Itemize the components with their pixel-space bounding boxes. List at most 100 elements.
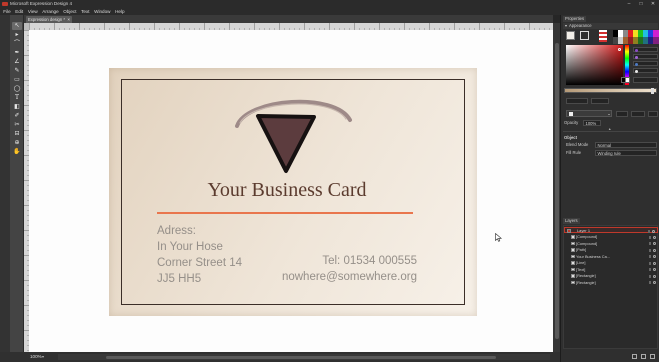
layers-tab[interactable]: Layers (563, 218, 580, 224)
ellipse-icon[interactable] (12, 85, 22, 93)
lasso-icon[interactable] (12, 40, 22, 48)
card-contact[interactable]: Tel: 01534 000555 nowhere@somewhere.org (282, 253, 417, 285)
pan-icon[interactable] (12, 148, 22, 156)
lock-icon[interactable] (648, 255, 651, 258)
lock-icon[interactable] (648, 281, 651, 284)
eyedropper-icon[interactable] (12, 112, 22, 120)
direct-selection-icon[interactable] (12, 31, 22, 39)
document-tab[interactable]: Expression design * × (26, 16, 72, 23)
text-icon[interactable] (12, 94, 22, 102)
horizontal-scroll-thumb[interactable] (106, 355, 496, 359)
vertical-scrollbar[interactable] (553, 23, 560, 352)
color-value-field-4[interactable] (633, 68, 658, 73)
lock-icon[interactable] (648, 261, 651, 265)
gradient-bar[interactable] (564, 88, 657, 94)
lock-icon[interactable] (648, 235, 651, 239)
business-card[interactable]: Your Business Card Adress: In Your Hose … (109, 68, 477, 316)
menu-text[interactable]: Text (79, 8, 92, 15)
minimize-button[interactable]: – (624, 0, 634, 8)
fill-swatch[interactable] (566, 31, 575, 40)
visibility-eye-icon[interactable] (652, 229, 655, 233)
gradient-icon[interactable] (12, 103, 22, 111)
color-picker-handle[interactable] (618, 48, 621, 51)
stroke-width-field[interactable] (566, 98, 588, 104)
slice-icon[interactable] (12, 130, 22, 138)
lock-icon[interactable] (647, 229, 650, 233)
visibility-eye-icon[interactable] (653, 235, 656, 239)
horizontal-ruler[interactable] (29, 23, 553, 30)
new-layer-icon[interactable] (632, 353, 637, 359)
fill-rule-select[interactable]: Winding rule (595, 150, 657, 156)
visibility-eye-icon[interactable] (653, 248, 656, 252)
close-tab-icon[interactable]: × (67, 16, 70, 23)
menu-window[interactable]: Window (92, 8, 113, 15)
layer-item-row[interactable]: [Rectangle] (564, 273, 658, 279)
visibility-eye-icon[interactable] (653, 261, 656, 265)
menu-file[interactable]: File (1, 8, 13, 15)
lock-icon[interactable] (648, 242, 651, 245)
stroke-option-field-2[interactable] (631, 111, 645, 117)
layer-item-row[interactable]: [Compound] (564, 241, 658, 247)
zoom-dropdown-icon[interactable]: ▾ (42, 352, 44, 362)
menu-object[interactable]: Object (61, 8, 79, 15)
visibility-eye-icon[interactable] (653, 281, 656, 284)
stroke-style-dropdown[interactable] (566, 110, 612, 117)
opacity-field[interactable]: 100% (583, 120, 601, 126)
visibility-eye-icon[interactable] (653, 255, 656, 258)
layer-item-row[interactable]: [Text] (564, 267, 658, 273)
color-picker-field[interactable] (566, 45, 623, 85)
stroke-swatch[interactable] (580, 31, 589, 40)
card-address[interactable]: Adress: In Your Hose Corner Street 14 JJ… (157, 223, 242, 287)
layer-item-row[interactable]: [Rectangle] (564, 280, 658, 286)
visibility-eye-icon[interactable] (653, 268, 656, 271)
paintbrush-icon[interactable] (12, 67, 22, 75)
menu-edit[interactable]: Edit (13, 8, 26, 15)
object-section-header[interactable]: Object (564, 135, 577, 141)
selection-icon[interactable] (12, 22, 22, 30)
gradient-stop-handle[interactable] (651, 88, 654, 94)
appearance-section-header[interactable]: Appearance (563, 23, 658, 29)
hex-value-field[interactable] (633, 77, 658, 83)
color-value-field-1[interactable] (633, 47, 658, 52)
layer-item-row[interactable]: [Line] (564, 260, 658, 266)
stroke-option-field-1[interactable] (616, 111, 628, 117)
layer-options-icon[interactable] (641, 353, 646, 359)
properties-tab[interactable]: Properties (563, 16, 587, 22)
card-title[interactable]: Your Business Card (109, 178, 465, 202)
artboard-canvas[interactable]: Your Business Card Adress: In Your Hose … (29, 30, 553, 352)
menu-view[interactable]: View (26, 8, 40, 15)
close-button[interactable]: ✕ (648, 0, 658, 8)
maximize-button[interactable]: □ (636, 0, 646, 8)
layer-row-layer-1[interactable]: Layer 1 (564, 227, 658, 233)
color-value-field-3[interactable] (633, 61, 658, 66)
polyline-icon[interactable] (12, 58, 22, 66)
pen-icon[interactable] (12, 49, 22, 57)
stroke-width-unit-field[interactable] (591, 98, 609, 104)
layer-item-row[interactable]: [Path] (564, 247, 658, 253)
layer-item-row[interactable]: [Compound] (564, 234, 658, 240)
object-thumbnail-icon (571, 235, 575, 239)
blend-mode-select[interactable]: Normal (595, 142, 657, 148)
lock-icon[interactable] (648, 268, 651, 271)
vertical-scroll-thumb[interactable] (554, 43, 559, 339)
scissors-icon[interactable] (12, 121, 22, 129)
rectangle-icon[interactable] (12, 76, 22, 84)
color-value-field-2[interactable] (633, 54, 658, 59)
menu-help[interactable]: Help (113, 8, 127, 15)
visibility-eye-icon[interactable] (653, 242, 656, 245)
menu-arrange[interactable]: Arrange (40, 8, 61, 15)
lock-icon[interactable] (648, 274, 651, 278)
color-mode-bar[interactable] (599, 30, 607, 42)
lock-icon[interactable] (648, 248, 651, 252)
stroke-option-field-3[interactable] (648, 111, 658, 117)
visibility-eye-icon[interactable] (653, 274, 656, 278)
black-white-swatch[interactable] (621, 77, 630, 83)
collapse-panel-icon[interactable]: ▲ (608, 127, 611, 131)
swatch-palette[interactable] (613, 30, 659, 44)
horizontal-scrollbar[interactable] (58, 354, 550, 360)
layer-item-row[interactable]: Your Business Ca... (564, 254, 658, 260)
card-divider-line[interactable] (157, 212, 413, 214)
zoom-level[interactable]: 100% (30, 352, 42, 362)
zoom-icon[interactable] (12, 139, 22, 147)
delete-layer-icon[interactable] (650, 353, 655, 359)
